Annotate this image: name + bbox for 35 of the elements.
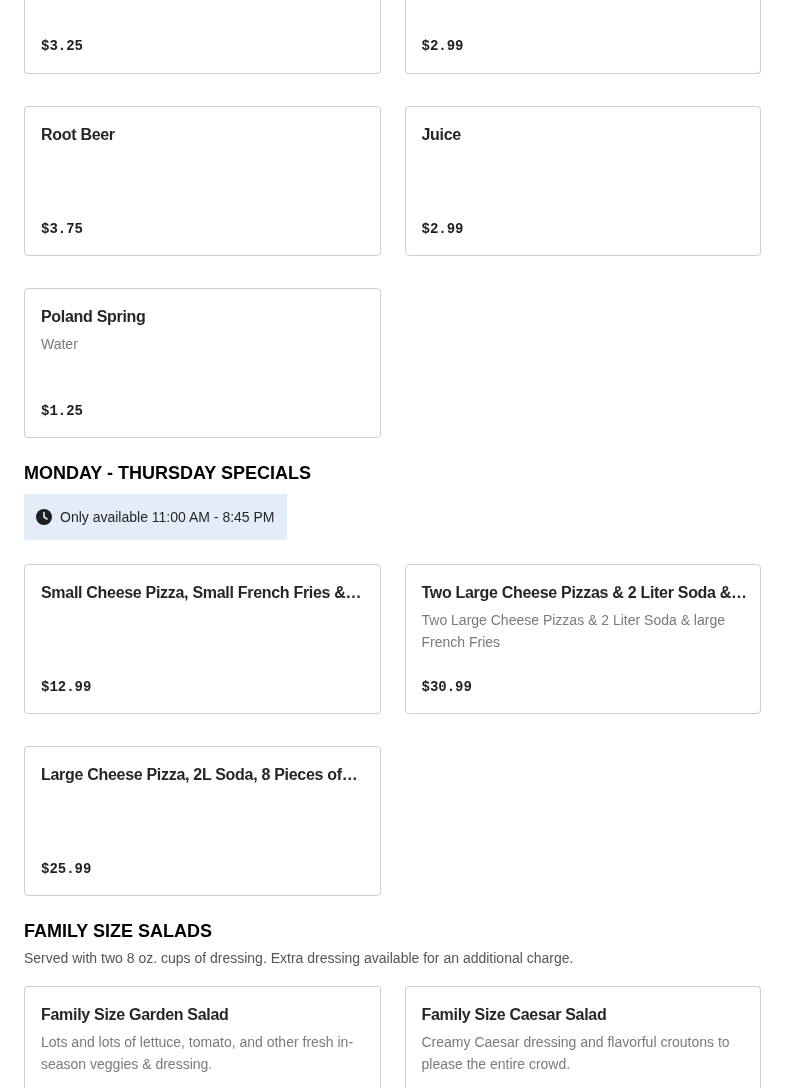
menu-item-card[interactable]: Small Cheese Pizza, Small French Fries &… $12.99 xyxy=(24,564,381,714)
item-description: Water xyxy=(41,335,79,354)
item-price: $2.99 xyxy=(421,37,465,56)
section-description: Served with two 8 oz. cups of dressing. Extra dressing available for an additional charge. xyxy=(24,949,574,968)
section-heading: FAMILY SIZE SALADS xyxy=(24,920,213,943)
item-price: $3.75 xyxy=(41,220,84,239)
item-title: Family Size Caesar Salad xyxy=(421,1005,608,1025)
item-description: Lots and lots of lettuce, tomato, and other fresh in-season veggies & dressing. xyxy=(41,1033,355,1074)
menu-item-card[interactable]: Family Size Caesar Salad Creamy Caesar dressing and flavorful croutons to please the entire crowd. xyxy=(404,986,761,1088)
item-description: Creamy Caesar dressing and flavorful croutons to please the entire crowd. xyxy=(421,1033,731,1074)
item-description: Two Large Cheese Pizzas & 2 Liter Soda & large French Fries xyxy=(421,611,726,652)
menu-item-card[interactable]: $3.25 xyxy=(24,0,381,74)
item-title: Small Cheese Pizza, Small French Fries &… xyxy=(41,583,363,603)
item-price: $1.25 xyxy=(41,402,84,421)
item-title: Poland Spring xyxy=(41,307,147,327)
clock-icon xyxy=(36,509,52,525)
availability-text: Only available 11:00 AM - 8:45 PM xyxy=(60,507,275,527)
item-title: Large Cheese Pizza, 2L Soda, 8 Pieces of… xyxy=(41,765,359,785)
menu-item-card[interactable]: Large Cheese Pizza, 2L Soda, 8 Pieces of… $25.99 xyxy=(24,746,381,896)
section-heading: MONDAY - THURSDAY SPECIALS xyxy=(24,462,312,485)
menu-item-card[interactable]: Family Size Garden Salad Lots and lots of lettuce, tomato, and other fresh in-season veggies & dressing. xyxy=(24,986,381,1088)
menu-item-card[interactable]: Two Large Cheese Pizzas & 2 Liter Soda &… Two Large Cheese Pizzas & 2 Liter Soda & large French Fries $30.99 xyxy=(404,564,761,714)
item-title: Juice xyxy=(421,125,462,145)
item-title: Two Large Cheese Pizzas & 2 Liter Soda &… xyxy=(421,583,744,603)
item-title: Family Size Garden Salad xyxy=(41,1005,230,1025)
item-price: $2.99 xyxy=(421,220,465,239)
menu-item-card[interactable]: Root Beer $3.75 xyxy=(24,106,381,256)
item-price: $25.99 xyxy=(41,860,93,879)
menu-item-card[interactable]: Juice $2.99 xyxy=(404,106,761,256)
menu-item-card[interactable]: $2.99 xyxy=(404,0,761,74)
item-price: $30.99 xyxy=(421,678,473,697)
item-price: $12.99 xyxy=(41,678,93,697)
menu-item-card[interactable]: Poland Spring Water $1.25 xyxy=(24,288,381,438)
item-price: $3.25 xyxy=(41,37,84,56)
item-title: Root Beer xyxy=(41,125,116,145)
